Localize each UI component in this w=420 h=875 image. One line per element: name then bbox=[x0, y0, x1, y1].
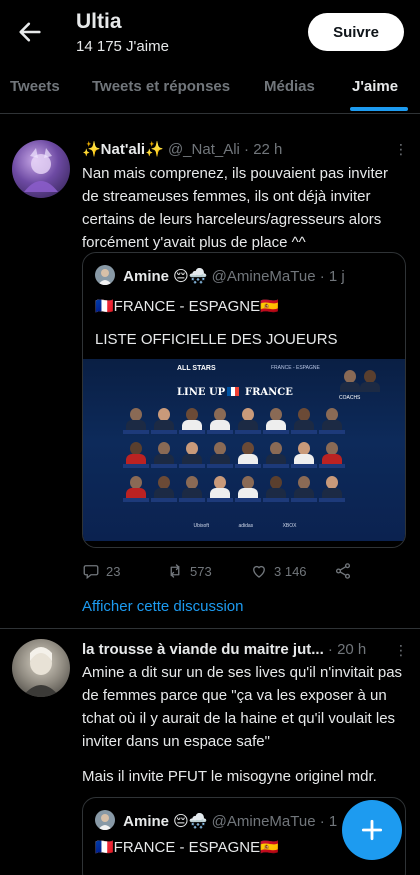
lineup-coach-label: COACHS bbox=[339, 395, 361, 401]
sponsor-logos: Ubisoft adidas XBOX bbox=[83, 523, 405, 529]
tweet-author-line: ✨Nat'ali✨ @_Nat_Ali · 22 h bbox=[82, 140, 282, 158]
avatar[interactable] bbox=[12, 140, 70, 198]
reply-icon bbox=[83, 565, 99, 580]
lineup-team: FRANCE bbox=[245, 387, 293, 398]
like-count: 3 146 bbox=[274, 563, 307, 579]
player-portrait bbox=[235, 407, 261, 434]
sponsor-logo: XBOX bbox=[282, 523, 297, 529]
player-portrait bbox=[263, 407, 289, 434]
quoted-author-name: Amine 😔🌨️ bbox=[123, 813, 208, 830]
share-icon bbox=[335, 563, 351, 579]
retweet-icon bbox=[170, 564, 180, 578]
author-handle-time: · 20 h bbox=[327, 641, 367, 658]
quoted-author-handle: @AmineMaTue · 1 j bbox=[211, 268, 345, 285]
quoted-author-name: Amine 😔🌨️ bbox=[123, 268, 208, 285]
player-portrait bbox=[235, 475, 261, 502]
avatar[interactable] bbox=[12, 639, 70, 697]
player-portrait bbox=[207, 475, 233, 502]
player-portrait bbox=[123, 441, 149, 468]
coach-portrait bbox=[359, 369, 381, 395]
lineup-subtitle: FRANCE - ESPAGNE bbox=[271, 365, 320, 371]
avatar-art-icon bbox=[24, 148, 58, 192]
player-portrait bbox=[179, 407, 205, 434]
quoted-author-line: Amine 😔🌨️ @AmineMaTue · 1 j bbox=[95, 265, 345, 285]
coach-portrait bbox=[339, 369, 361, 395]
quoted-text-line2: LISTE OFFICIELLE DES JOUEURS bbox=[95, 331, 338, 348]
player-portrait bbox=[319, 441, 345, 468]
quoted-avatar bbox=[95, 810, 115, 830]
player-portrait bbox=[123, 475, 149, 502]
reply-button[interactable]: 23 bbox=[82, 562, 120, 580]
lineup-image[interactable]: ALL STARS FRANCE - ESPAGNE LINE UP FRANC… bbox=[83, 359, 405, 541]
more-icon[interactable]: ⋮ bbox=[394, 643, 408, 657]
tab-likes[interactable]: J'aime bbox=[352, 78, 398, 95]
share-button[interactable] bbox=[334, 562, 352, 580]
player-portrait bbox=[179, 441, 205, 468]
tweet-text-2: Mais il invite PFUT le misogyne originel… bbox=[82, 768, 377, 785]
quoted-author-line: Amine 😔🌨️ @AmineMaTue · 1 bbox=[95, 810, 337, 830]
tweet-author-line: la trousse à viande du maitre jut... · 2… bbox=[82, 641, 366, 658]
player-portrait bbox=[263, 441, 289, 468]
lineup-brand: ALL STARS bbox=[177, 365, 216, 372]
retweet-count: 573 bbox=[190, 563, 212, 579]
player-portrait bbox=[179, 475, 205, 502]
author-name[interactable]: ✨Nat'ali✨ bbox=[82, 141, 164, 158]
tab-media[interactable]: Médias bbox=[264, 78, 315, 95]
player-portrait bbox=[235, 441, 261, 468]
quoted-tweet[interactable]: Amine 😔🌨️ @AmineMaTue · 1 j 🇫🇷FRANCE - E… bbox=[82, 252, 406, 548]
player-portrait bbox=[151, 407, 177, 434]
like-button[interactable]: 3 146 bbox=[250, 562, 307, 580]
avatar-art-icon bbox=[22, 647, 60, 697]
tweet-actions: 23 573 3 146 bbox=[82, 562, 382, 582]
retweet-button[interactable]: 573 bbox=[166, 562, 212, 580]
player-portrait bbox=[207, 407, 233, 434]
active-tab-indicator bbox=[350, 107, 408, 111]
compose-tweet-button[interactable] bbox=[342, 800, 402, 860]
likes-count: 14 175 J'aime bbox=[76, 38, 169, 55]
player-portrait bbox=[319, 407, 345, 434]
tab-tweets[interactable]: Tweets bbox=[10, 78, 60, 95]
tab-tweets-and-replies[interactable]: Tweets et réponses bbox=[92, 78, 230, 95]
lineup-title: LINE UP bbox=[177, 387, 226, 398]
profile-header: Ultia 14 175 J'aime Suivre bbox=[0, 0, 420, 64]
quoted-text-line1: 🇫🇷FRANCE - ESPAGNE🇪🇸 bbox=[95, 839, 279, 856]
follow-button[interactable]: Suivre bbox=[308, 13, 404, 51]
back-arrow-icon[interactable] bbox=[16, 18, 44, 46]
player-portrait bbox=[151, 441, 177, 468]
show-thread-link[interactable]: Afficher cette discussion bbox=[82, 598, 243, 615]
quoted-author-handle: @AmineMaTue · 1 bbox=[211, 813, 338, 830]
france-flag-icon bbox=[227, 387, 239, 396]
quoted-text-line1: 🇫🇷FRANCE - ESPAGNE🇪🇸 bbox=[95, 298, 279, 315]
player-portrait bbox=[291, 475, 317, 502]
profile-name: Ultia bbox=[76, 10, 122, 33]
quoted-avatar bbox=[95, 265, 115, 285]
player-portrait bbox=[291, 441, 317, 468]
tweet-text: Amine a dit sur un de ses lives qu'il n'… bbox=[82, 664, 403, 750]
title-block: Ultia 14 175 J'aime bbox=[76, 10, 169, 55]
player-portrait bbox=[319, 475, 345, 502]
sponsor-logo: Ubisoft bbox=[193, 523, 210, 529]
tweet[interactable]: ✨Nat'ali✨ @_Nat_Ali · 22 h ⋮ Nan mais co… bbox=[0, 128, 420, 628]
sponsor-logo: adidas bbox=[238, 523, 254, 529]
reply-count: 23 bbox=[106, 563, 121, 579]
author-name[interactable]: la trousse à viande du maitre jut... bbox=[82, 641, 324, 658]
player-portrait bbox=[151, 475, 177, 502]
player-portrait bbox=[207, 441, 233, 468]
tweet-text: Nan mais comprenez, ils pouvaient pas in… bbox=[82, 165, 388, 251]
profile-tabs: Tweets Tweets et réponses Médias J'aime bbox=[0, 64, 420, 114]
more-icon[interactable]: ⋮ bbox=[394, 142, 408, 156]
player-portrait bbox=[263, 475, 289, 502]
player-portrait bbox=[123, 407, 149, 434]
compose-plus-icon bbox=[361, 819, 383, 841]
like-icon bbox=[253, 565, 265, 578]
player-portrait bbox=[291, 407, 317, 434]
author-handle-time: @_Nat_Ali · 22 h bbox=[167, 141, 283, 158]
